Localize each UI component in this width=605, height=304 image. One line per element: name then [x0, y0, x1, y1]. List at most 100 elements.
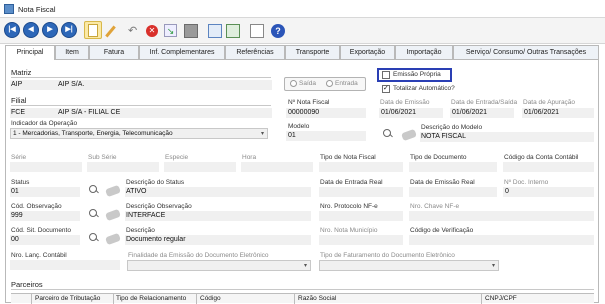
nro-nf-value: 00000090	[288, 109, 320, 116]
help-button[interactable]: ?	[268, 21, 286, 39]
tab-inf-complementares[interactable]: Inf. Complementares	[139, 45, 225, 59]
radio-saida[interactable]: Saída	[290, 80, 316, 87]
data-apuracao-value: 01/06/2021	[524, 109, 560, 116]
print-button[interactable]	[247, 21, 265, 39]
tab-importacao[interactable]: Importação	[395, 45, 453, 59]
export-icon	[226, 24, 240, 38]
window-title: Nota Fiscal	[18, 5, 56, 14]
modelo-field[interactable]	[286, 131, 366, 141]
previous-record-button[interactable]: ◀	[23, 22, 39, 38]
parceiros-grid-header: Parceiro de Tributação Tipo de Relaciona…	[11, 293, 594, 304]
tipo-nf-field[interactable]	[319, 162, 403, 172]
matriz-code[interactable]: AIP	[11, 81, 22, 88]
column-header[interactable]: Razão Social	[298, 295, 336, 302]
sub-serie-field[interactable]	[87, 162, 159, 172]
divider	[11, 105, 271, 106]
nro-controle-value: 0	[505, 188, 509, 195]
tipo-fat-select[interactable]: ▾	[319, 260, 499, 271]
title-bar: Nota Fiscal	[0, 0, 605, 18]
filial-name: AIP S/A - FILIAL CE	[58, 109, 121, 116]
data-entrada-real-label: Data de Entrada Real	[320, 179, 383, 186]
data-emissao-real-field[interactable]	[409, 187, 497, 197]
status-field[interactable]	[10, 187, 80, 197]
data-entrada-real-field[interactable]	[319, 187, 403, 197]
column-header[interactable]: Tipo de Relacionamento	[116, 295, 186, 302]
play-button[interactable]: ▶	[42, 22, 58, 38]
emissao-propria-label: Emissão Própria	[393, 71, 441, 78]
chave-field[interactable]	[409, 211, 594, 221]
edit-button[interactable]	[104, 21, 122, 39]
undo-button[interactable]: ↶	[124, 21, 142, 39]
tipo-nf-label: Tipo de Nota Fiscal	[320, 154, 376, 161]
search-icon[interactable]	[89, 185, 103, 195]
nro-lanc-field[interactable]	[10, 260, 120, 270]
column-header[interactable]: CNPJ/CPF	[485, 295, 517, 302]
previous-icon: ◀	[28, 26, 34, 33]
tab-fatura[interactable]: Fatura	[89, 45, 139, 59]
parceiros-section-title: Parceiros	[11, 280, 43, 289]
chevron-down-icon: ▾	[260, 131, 264, 137]
modelo-value: 01	[288, 132, 296, 139]
delete-button[interactable]: ✕	[142, 21, 160, 39]
cod-obs-label: Cód. Observação	[11, 203, 62, 210]
radio-saida-label: Saída	[299, 80, 316, 88]
cod-sit-label: Cód. Sit. Documento	[11, 227, 71, 234]
desc-modelo-label: Descrição do Modelo	[421, 124, 483, 131]
descricao-value: Documento regular	[126, 236, 186, 243]
print-icon	[250, 24, 264, 38]
finalidade-select[interactable]: ▾	[127, 260, 311, 271]
serie-field[interactable]	[10, 162, 82, 172]
nro-lanc-label: Nro. Lanç. Contábil	[11, 252, 67, 259]
divider	[11, 77, 271, 78]
column-header[interactable]: Código	[200, 295, 221, 302]
app-icon	[4, 4, 14, 14]
radio-entrada[interactable]: Entrada	[326, 80, 358, 87]
cod-sit-field[interactable]	[10, 235, 80, 245]
divider	[11, 289, 594, 290]
tab-principal[interactable]: Principal	[5, 45, 55, 60]
search-icon[interactable]	[89, 209, 103, 219]
cod-verif-field[interactable]	[409, 235, 594, 245]
status-label: Status	[11, 179, 30, 186]
desc-modelo-value: NOTA FISCAL	[421, 133, 466, 140]
data-apuracao-label: Data de Apuração	[523, 99, 576, 106]
totalizar-checkbox[interactable]	[382, 84, 390, 93]
report-icon	[208, 24, 222, 38]
tab-referencias[interactable]: Referências	[225, 45, 285, 59]
data-entrada-saida-value: 01/06/2021	[452, 109, 488, 116]
hora-field[interactable]	[241, 162, 313, 172]
undo-icon: ↶	[128, 25, 138, 37]
nro-controle-field	[503, 187, 594, 197]
protocolo-field[interactable]	[319, 211, 403, 221]
tab-exportacao[interactable]: Exportação	[340, 45, 395, 59]
cod-sit-value: 00	[11, 236, 19, 243]
next-record-button[interactable]: ▶|	[61, 22, 77, 38]
search-icon[interactable]	[383, 129, 397, 139]
emissao-propria-checkbox[interactable]	[382, 71, 390, 79]
first-record-button[interactable]: |◀	[4, 22, 20, 38]
next-icon: ▶|	[65, 26, 73, 33]
export-button[interactable]	[223, 21, 241, 39]
save-button[interactable]	[181, 21, 199, 39]
filial-code[interactable]: FCE	[11, 109, 25, 116]
indicador-select[interactable]: 1 - Mercadorias, Transporte, Energia, Te…	[10, 128, 268, 139]
report-button[interactable]	[205, 21, 223, 39]
tab-servico-consumo[interactable]: Serviço/ Consumo/ Outras Transações	[453, 45, 599, 59]
matriz-field-bg	[10, 80, 272, 90]
delete-icon: ✕	[146, 25, 158, 37]
cod-conta-field[interactable]	[503, 162, 594, 172]
new-button[interactable]	[84, 21, 102, 39]
tab-transporte[interactable]: Transporte	[285, 45, 340, 59]
search-icon[interactable]	[89, 233, 103, 243]
tab-item[interactable]: Item	[55, 45, 89, 59]
column-header[interactable]: Parceiro de Tributação	[35, 295, 100, 302]
confirm-icon: ↘	[164, 24, 177, 37]
tipo-doc-field[interactable]	[409, 162, 497, 172]
desc-obs-label: Descrição Observação	[126, 203, 192, 210]
confirm-button[interactable]: ↘	[161, 21, 179, 39]
nro-municipio-field[interactable]	[319, 235, 403, 245]
nro-controle-label: Nº Doc. Interno	[504, 179, 549, 186]
especie-field[interactable]	[164, 162, 236, 172]
indicador-value: 1 - Mercadorias, Transporte, Energia, Te…	[13, 130, 173, 137]
especie-label: Especie	[165, 154, 189, 161]
